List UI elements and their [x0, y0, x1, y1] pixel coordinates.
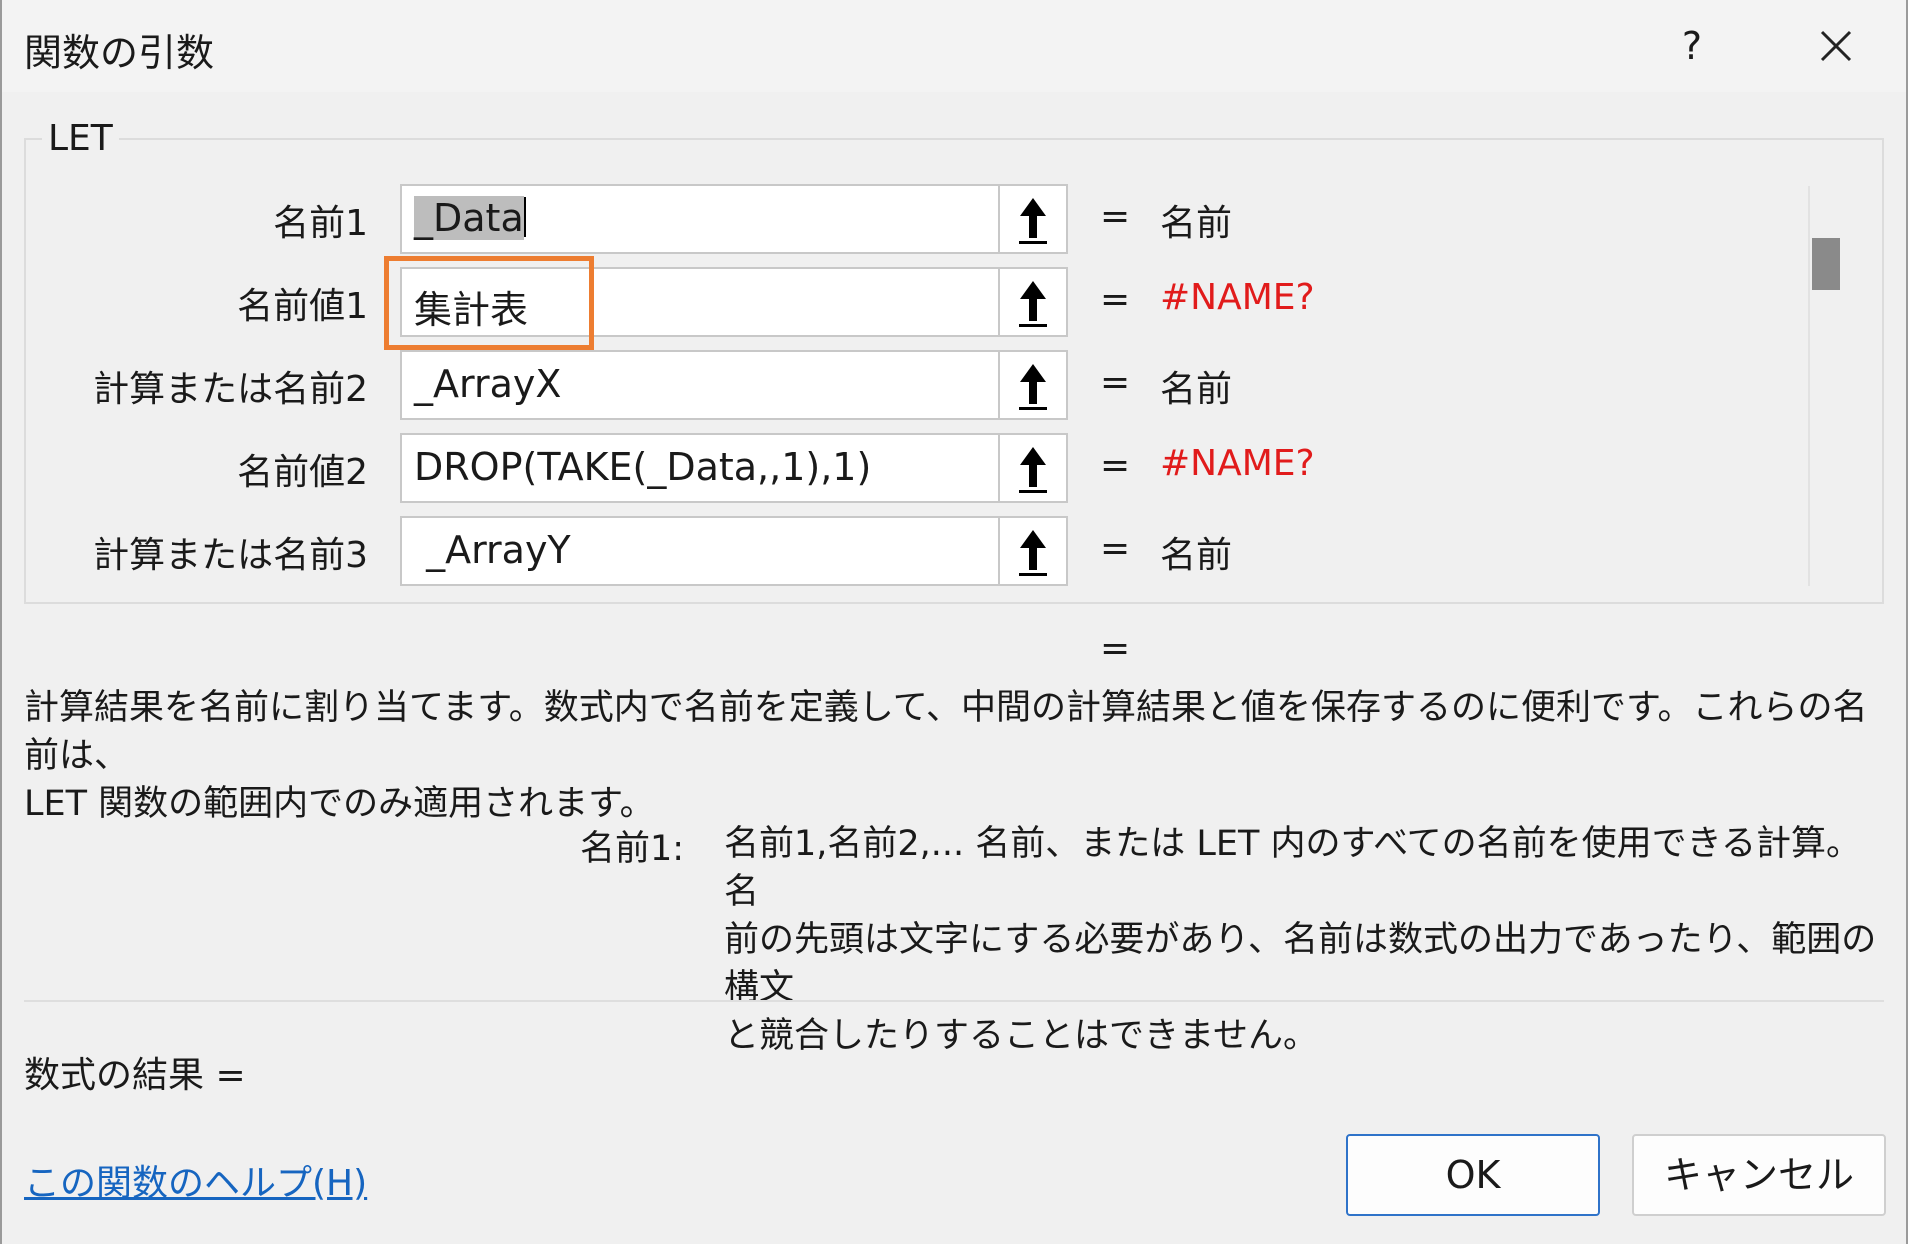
- dialog-title: 関数の引数: [24, 31, 215, 75]
- equals-sign: =: [1100, 279, 1131, 320]
- selected-text: _Data: [414, 196, 524, 240]
- range-select-button[interactable]: [998, 184, 1068, 254]
- cancel-button[interactable]: キャンセル: [1632, 1134, 1886, 1216]
- arg-result: 名前: [1160, 203, 1233, 244]
- arrow-up-icon: [1019, 530, 1047, 576]
- arg-input-name1[interactable]: _Data: [400, 184, 1000, 254]
- equals-sign: =: [1100, 196, 1131, 237]
- arg-label: 計算または名前2: [93, 369, 368, 410]
- argument-description: 名前1,名前2,... 名前、または LET 内のすべての名前を使用できる計算。…: [724, 820, 1884, 1060]
- function-arguments-dialog: 関数の引数 ? LET 名前1 _Data = 名前 名前値1 集計表 = #N…: [0, 0, 1908, 1244]
- formula-result: 数式の結果 =: [24, 1055, 246, 1096]
- ok-button[interactable]: OK: [1346, 1134, 1600, 1216]
- arg-label: 名前値1: [237, 286, 368, 327]
- arg-input-name2[interactable]: _ArrayX: [400, 350, 1000, 420]
- arg-row-name3: 計算または名前3 _ArrayY = 名前: [2, 516, 1462, 586]
- arrow-up-icon: [1019, 364, 1047, 410]
- title-bar: 関数の引数 ?: [2, 0, 1906, 92]
- arrow-up-icon: [1019, 198, 1047, 244]
- arg-row-value1: 名前値1 集計表 = #NAME?: [2, 267, 1462, 337]
- arg-result: 名前: [1160, 369, 1233, 410]
- function-name-label: LET: [42, 118, 119, 159]
- arg-result: 名前: [1160, 535, 1233, 576]
- function-description: 計算結果を名前に割り当てます。数式内で名前を定義して、中間の計算結果と値を保存す…: [24, 684, 1884, 828]
- equals-sign: =: [1100, 528, 1131, 569]
- equals-sign: =: [1100, 445, 1131, 486]
- range-select-button[interactable]: [998, 350, 1068, 420]
- function-result-equals: =: [1100, 628, 1131, 669]
- arg-input-value2[interactable]: DROP(TAKE(_Data,,1),1): [400, 433, 1000, 503]
- argument-description-line: 名前1,名前2,... 名前、または LET 内のすべての名前を使用できる計算。…: [724, 824, 1861, 912]
- arg-row-name1: 名前1 _Data = 名前: [2, 184, 1462, 254]
- arg-row-value2: 名前値2 DROP(TAKE(_Data,,1),1) = #NAME?: [2, 433, 1462, 503]
- arg-label: 名前1: [273, 203, 368, 244]
- argument-description-line: と競合したりすることはできません。: [724, 1016, 1318, 1056]
- function-help-link[interactable]: この関数のヘルプ(H): [24, 1154, 367, 1206]
- arg-result-error: #NAME?: [1160, 277, 1315, 318]
- range-select-button[interactable]: [998, 516, 1068, 586]
- arg-input-name3[interactable]: _ArrayY: [400, 516, 1000, 586]
- description-line: 計算結果を名前に割り当てます。数式内で名前を定義して、中間の計算結果と値を保存す…: [24, 688, 1868, 776]
- text-caret: [523, 197, 526, 237]
- arguments-scrollbar[interactable]: [1808, 186, 1840, 586]
- arg-label: 名前値2: [237, 452, 368, 493]
- arrow-up-icon: [1019, 447, 1047, 493]
- range-select-button[interactable]: [998, 433, 1068, 503]
- scrollbar-thumb[interactable]: [1812, 238, 1840, 290]
- arg-row-name2: 計算または名前2 _ArrayX = 名前: [2, 350, 1462, 420]
- help-button[interactable]: ?: [1672, 18, 1712, 74]
- equals-sign: =: [1100, 362, 1131, 403]
- range-select-button[interactable]: [998, 267, 1068, 337]
- arrow-up-icon: [1019, 281, 1047, 327]
- argument-description-name: 名前1:: [580, 829, 685, 869]
- close-button[interactable]: [1808, 18, 1864, 74]
- divider: [24, 1000, 1884, 1002]
- highlight-box: [384, 256, 594, 350]
- close-icon: [1820, 30, 1852, 62]
- arg-label: 計算または名前3: [93, 535, 368, 576]
- argument-description-line: 前の先頭は文字にする必要があり、名前は数式の出力であったり、範囲の構文: [724, 920, 1877, 1008]
- arg-result-error: #NAME?: [1160, 443, 1315, 484]
